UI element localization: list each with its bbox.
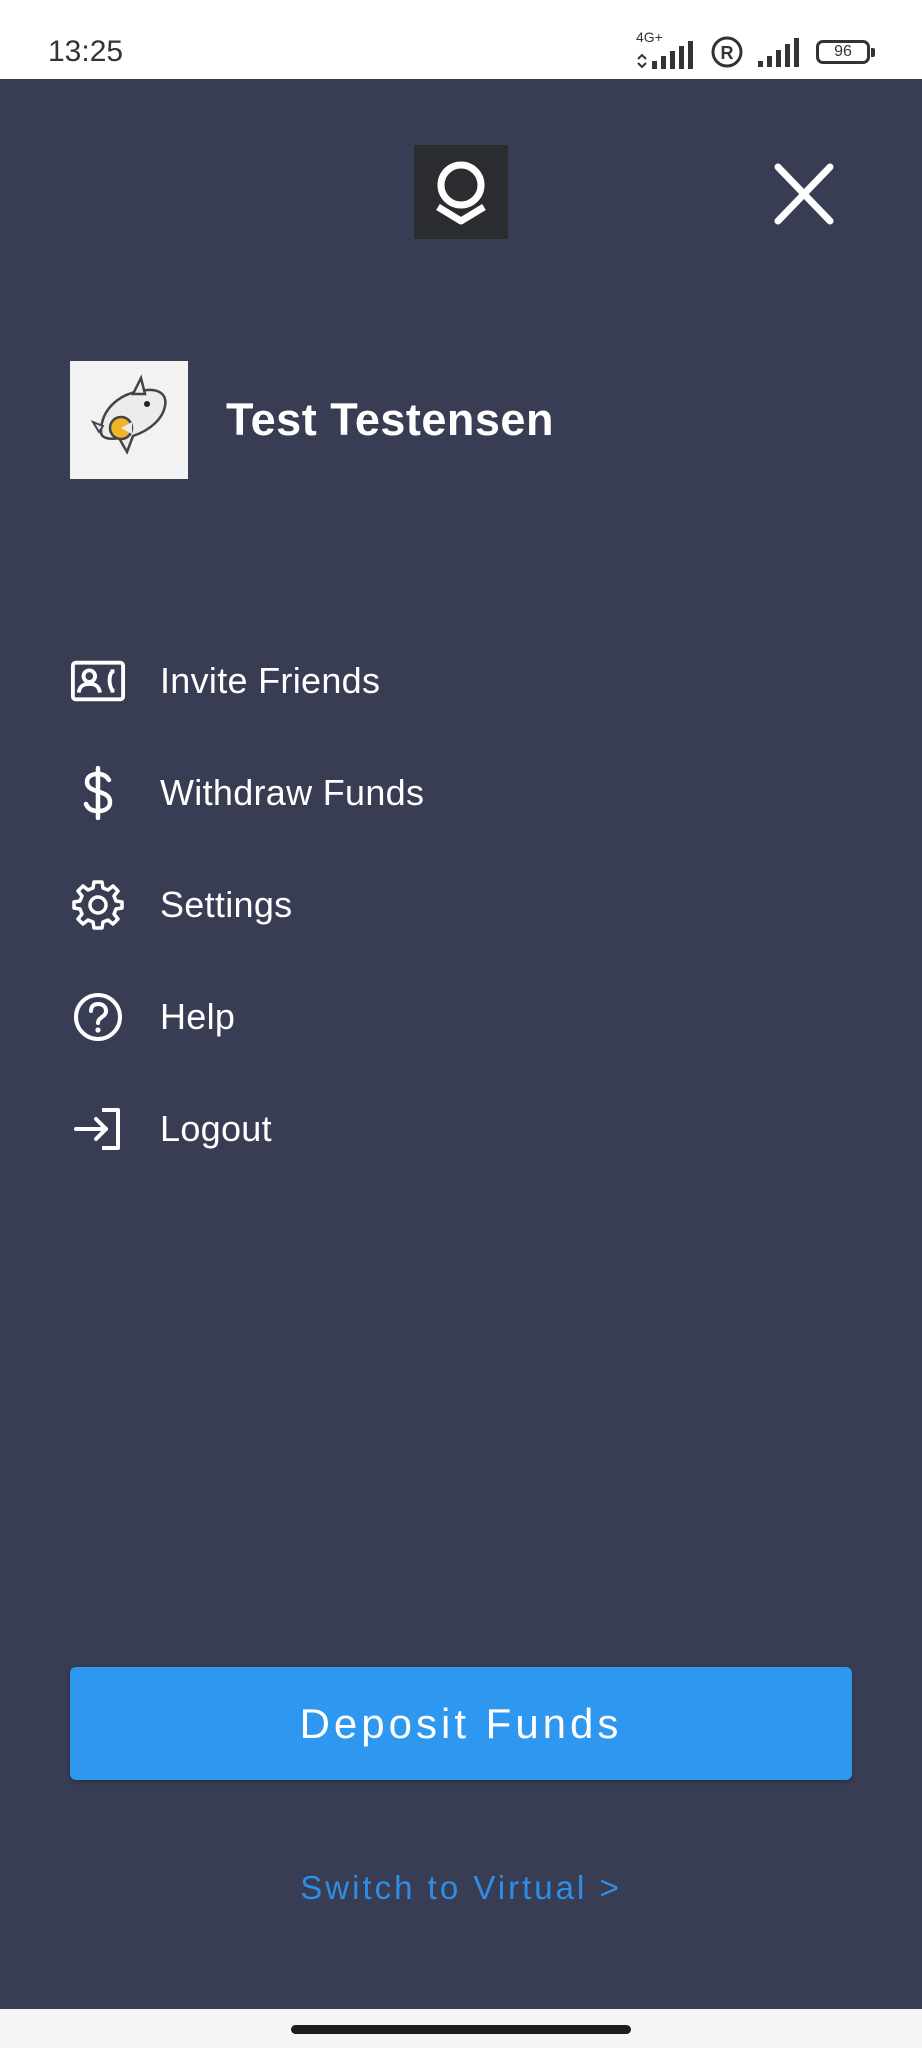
gear-icon [70, 877, 126, 933]
help-circle-icon [70, 989, 126, 1045]
gesture-nav-bar [0, 2009, 922, 2048]
drawer-menu: Invite Friends Withdraw Funds Settings H… [70, 625, 830, 1185]
menu-item-invite-friends[interactable]: Invite Friends [70, 625, 830, 737]
menu-item-label: Logout [160, 1108, 272, 1149]
contact-card-icon [70, 653, 126, 709]
menu-item-logout[interactable]: Logout [70, 1073, 830, 1185]
user-name: Test Testensen [226, 394, 554, 445]
battery-icon: 96 [816, 40, 875, 64]
svg-text:R: R [721, 43, 734, 63]
status-bar: 13:25 4G+ R 96 [0, 0, 922, 79]
status-time: 13:25 [48, 35, 124, 68]
logout-icon [70, 1101, 126, 1157]
menu-item-help[interactable]: Help [70, 961, 830, 1073]
battery-level: 96 [834, 43, 852, 60]
close-icon [774, 163, 834, 225]
brand-logo-icon [414, 145, 508, 239]
menu-item-label: Invite Friends [160, 660, 381, 701]
menu-item-settings[interactable]: Settings [70, 849, 830, 961]
user-profile: Test Testensen [70, 361, 554, 479]
avatar [70, 361, 188, 479]
signal-icon: 4G+ [634, 29, 696, 69]
app-screen: 13:25 4G+ R 96 Test Testensen Invite Fri… [0, 0, 922, 2048]
menu-item-withdraw-funds[interactable]: Withdraw Funds [70, 737, 830, 849]
switch-to-virtual-link[interactable]: Switch to Virtual > [0, 1869, 922, 1907]
roaming-icon: R [711, 36, 743, 68]
close-button[interactable] [766, 159, 842, 229]
signal-icon [758, 38, 799, 67]
menu-item-label: Settings [160, 884, 293, 925]
menu-item-label: Withdraw Funds [160, 772, 425, 813]
home-indicator[interactable] [291, 2025, 631, 2034]
deposit-funds-button[interactable]: Deposit Funds [70, 1667, 852, 1780]
menu-item-label: Help [160, 996, 236, 1037]
status-icons: 4G+ R 96 [634, 26, 875, 78]
dollar-icon [70, 765, 126, 821]
side-drawer: Test Testensen Invite Friends Withdraw F… [0, 79, 922, 2009]
shark-avatar [90, 374, 167, 455]
